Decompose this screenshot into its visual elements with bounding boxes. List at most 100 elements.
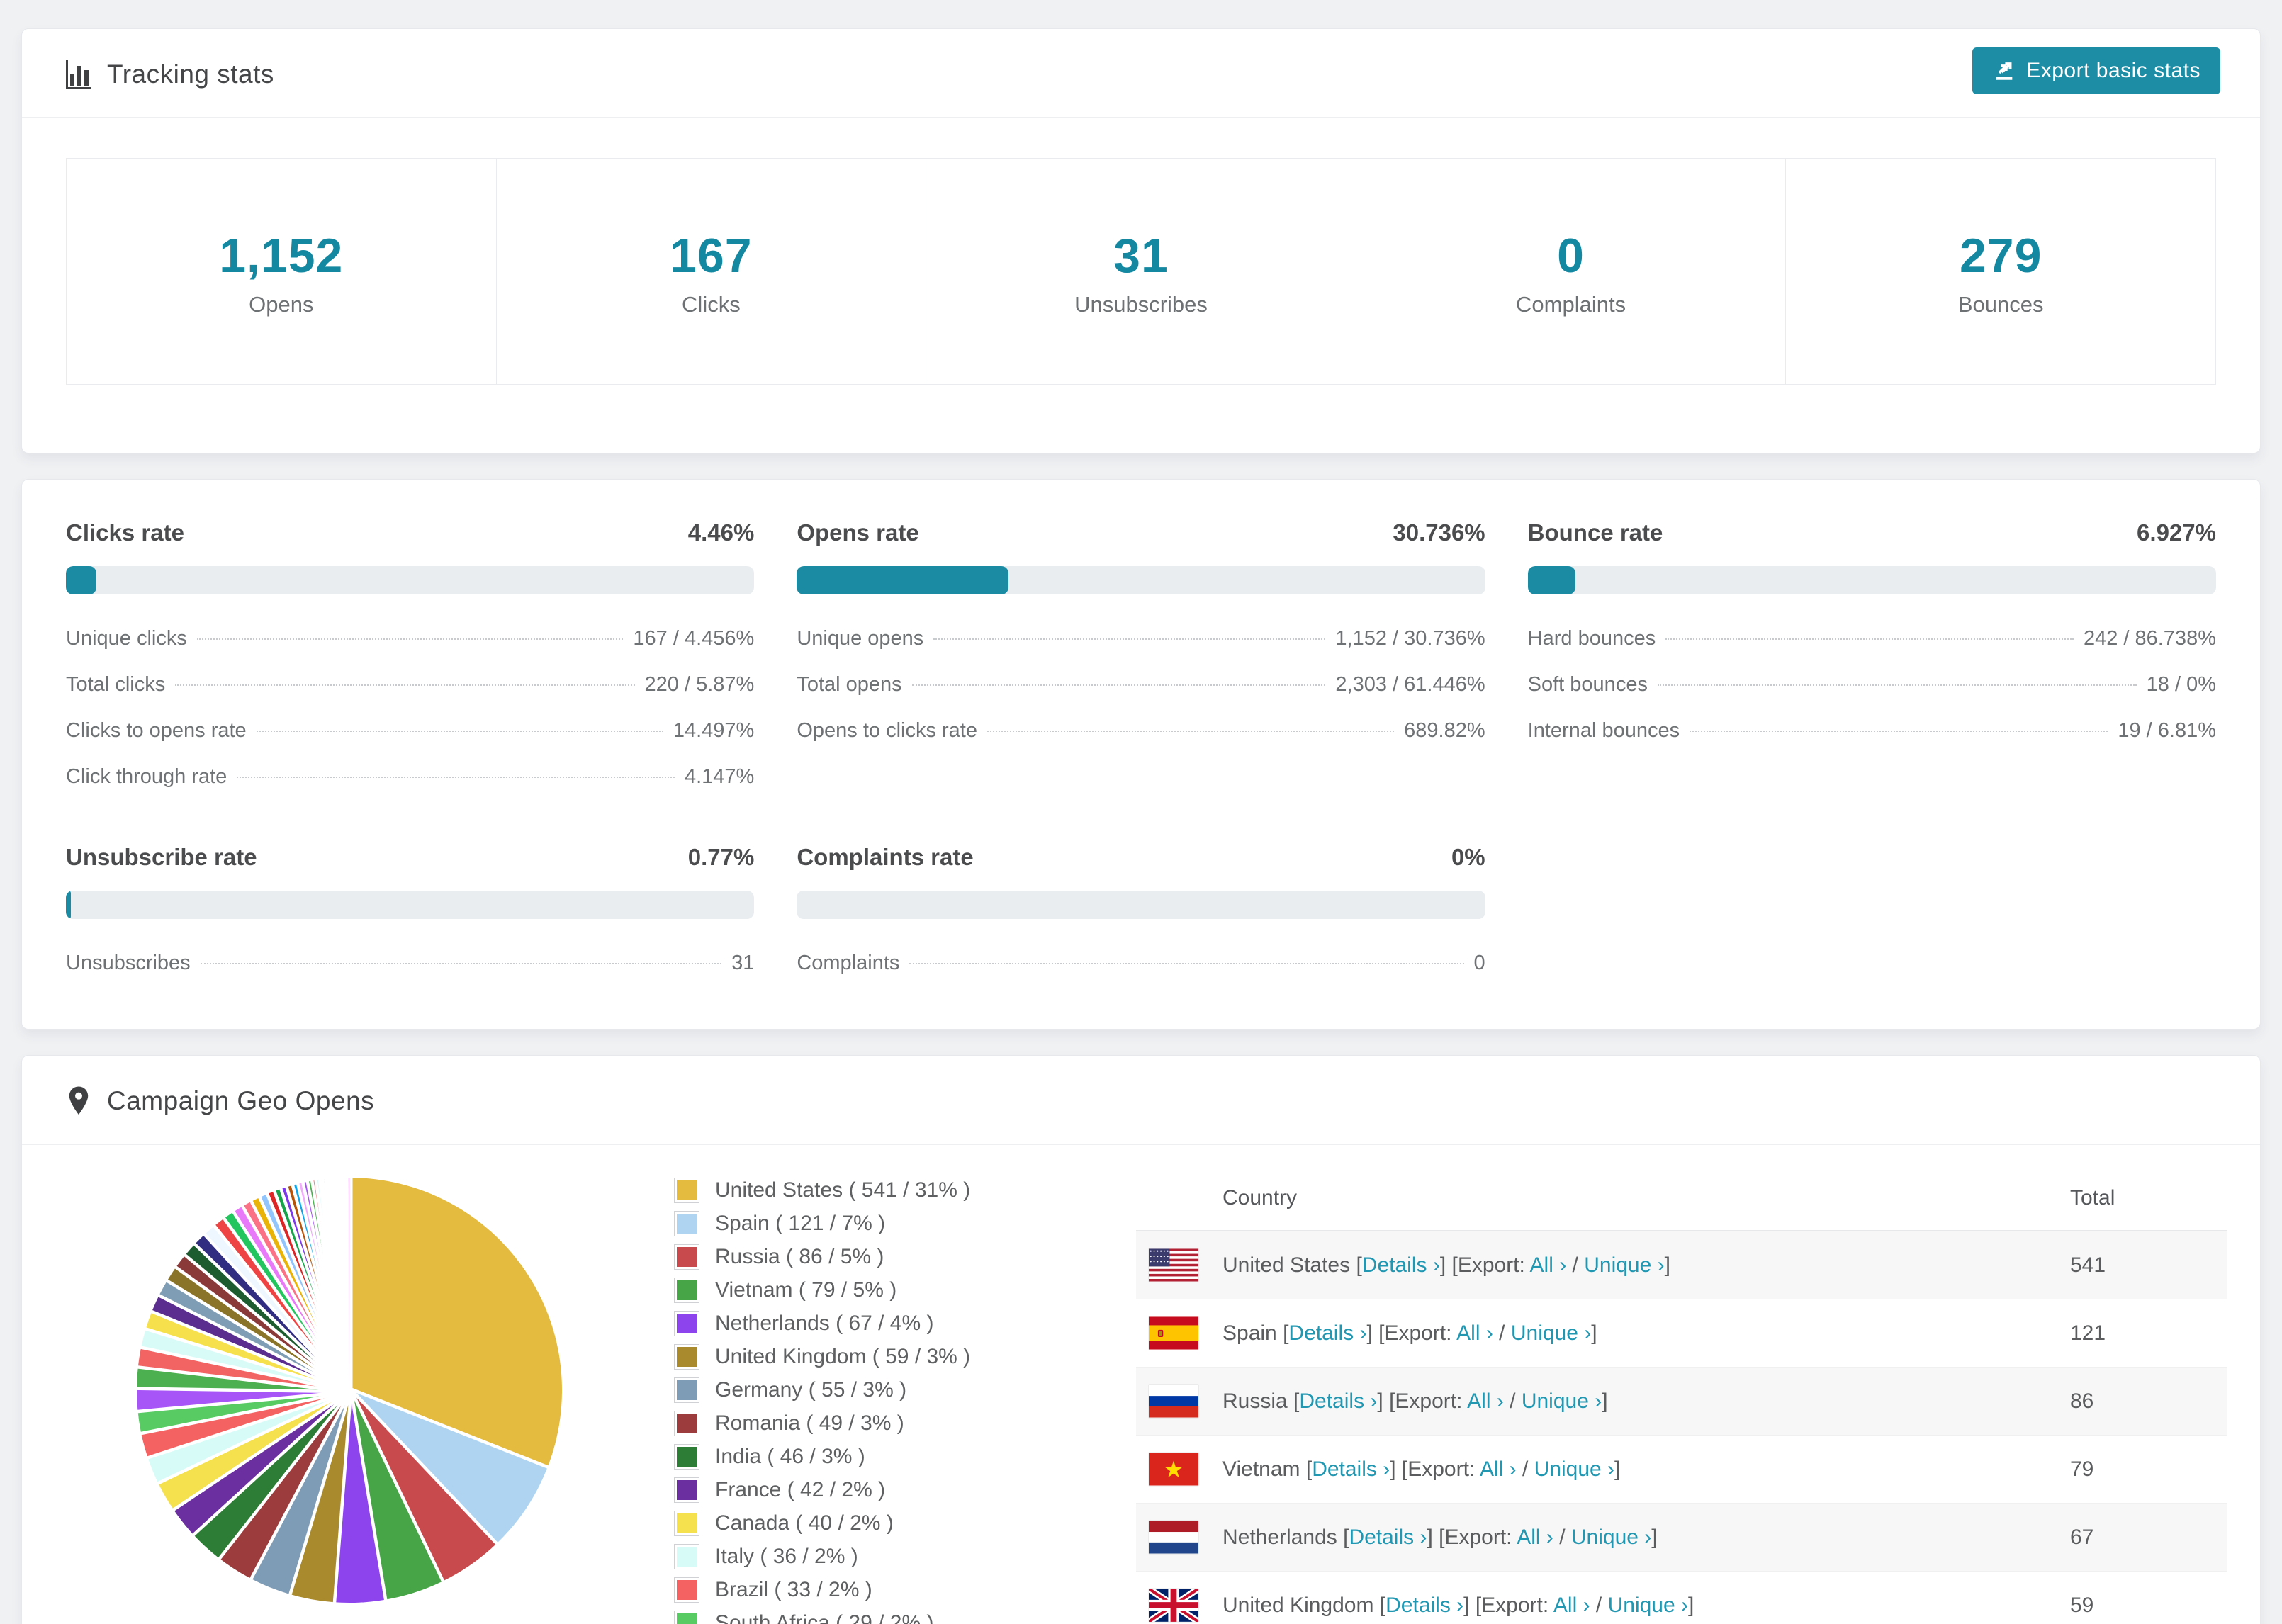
row-value: 0 bbox=[1473, 952, 1485, 974]
legend-swatch bbox=[674, 1178, 699, 1203]
unsubscribe-rate-bar-fill bbox=[66, 891, 72, 919]
bounce-rate-title: Bounce rate bbox=[1527, 519, 1663, 546]
country-cell: Vietnam [Details ›] [Export: All › / Uni… bbox=[1222, 1457, 1621, 1481]
legend-label: Vietnam ( 79 / 5% ) bbox=[715, 1278, 897, 1302]
unsubscribes-label: Unsubscribes bbox=[1074, 292, 1208, 317]
details-link[interactable]: Details › bbox=[1299, 1389, 1377, 1413]
opens-rate-bar bbox=[797, 566, 1485, 594]
export-all-link[interactable]: All › bbox=[1553, 1594, 1590, 1617]
legend-label: Spain ( 121 / 7% ) bbox=[715, 1212, 886, 1235]
row-value: 242 / 86.738% bbox=[2083, 627, 2216, 650]
country-cell: Russia [Details ›] [Export: All › / Uniq… bbox=[1222, 1389, 1608, 1413]
details-link[interactable]: Details › bbox=[1362, 1253, 1440, 1277]
legend-swatch bbox=[674, 1544, 699, 1569]
row-value: 689.82% bbox=[1404, 719, 1485, 742]
export-unique-link[interactable]: Unique › bbox=[1522, 1389, 1602, 1413]
flag-united-states-icon bbox=[1149, 1248, 1198, 1282]
legend-item: Spain ( 121 / 7% ) bbox=[674, 1211, 1136, 1236]
row-value: 14.497% bbox=[673, 719, 755, 742]
unsubscribes-count: 31 bbox=[1113, 229, 1169, 283]
map-pin-icon bbox=[69, 1086, 89, 1115]
export-all-link[interactable]: All › bbox=[1530, 1253, 1567, 1277]
row-value: 220 / 5.87% bbox=[644, 673, 755, 696]
clicks-count: 167 bbox=[670, 229, 753, 283]
bounce-rate-bar-fill bbox=[1527, 566, 1575, 594]
legend-label: Romania ( 49 / 3% ) bbox=[715, 1411, 904, 1435]
details-link[interactable]: Details › bbox=[1349, 1526, 1427, 1549]
clicks-rate-value: 4.46% bbox=[687, 519, 755, 546]
bar-chart-icon bbox=[66, 60, 91, 89]
country-cell: United Kingdom [Details ›] [Export: All … bbox=[1222, 1593, 1694, 1617]
legend-swatch bbox=[674, 1611, 699, 1624]
country-cell: United States [Details ›] [Export: All ›… bbox=[1222, 1253, 1670, 1277]
legend-swatch bbox=[674, 1244, 699, 1270]
export-unique-link[interactable]: Unique › bbox=[1534, 1457, 1614, 1481]
table-row: Spain [Details ›] [Export: All › / Uniqu… bbox=[1136, 1299, 2227, 1368]
row-value: 31 bbox=[731, 952, 755, 974]
export-all-link[interactable]: All › bbox=[1456, 1321, 1493, 1345]
export-unique-link[interactable]: Unique › bbox=[1571, 1526, 1651, 1549]
legend-swatch bbox=[674, 1377, 699, 1403]
country-cell: Netherlands [Details ›] [Export: All › /… bbox=[1222, 1525, 1658, 1549]
bounces-count: 279 bbox=[1959, 229, 2042, 283]
legend-label: United Kingdom ( 59 / 3% ) bbox=[715, 1345, 971, 1368]
legend-label: South Africa ( 29 / 2% ) bbox=[715, 1611, 934, 1624]
clicks-rate-block: Clicks rate 4.46% Unique clicks 167 / 4.4… bbox=[66, 519, 755, 789]
clicks-rate-bar bbox=[66, 566, 755, 594]
legend-item: Italy ( 36 / 2% ) bbox=[674, 1544, 1136, 1569]
legend-swatch bbox=[674, 1411, 699, 1436]
stat-box-bounces: 279 Bounces bbox=[1786, 158, 2216, 385]
complaints-rate-title: Complaints rate bbox=[797, 844, 974, 870]
bounces-label: Bounces bbox=[1957, 292, 2044, 317]
legend-swatch bbox=[674, 1511, 699, 1536]
details-link[interactable]: Details › bbox=[1386, 1594, 1463, 1617]
complaints-rate-value: 0% bbox=[1451, 844, 1485, 870]
details-link[interactable]: Details › bbox=[1312, 1457, 1390, 1481]
legend-item: Romania ( 49 / 3% ) bbox=[674, 1411, 1136, 1436]
legend-label: Germany ( 55 / 3% ) bbox=[715, 1378, 907, 1402]
table-row: United Kingdom [Details ›] [Export: All … bbox=[1136, 1572, 2227, 1624]
row-value: 2,303 / 61.446% bbox=[1335, 673, 1485, 696]
opens-label: Opens bbox=[249, 292, 314, 317]
export-basic-stats-button[interactable]: Export basic stats bbox=[1972, 47, 2220, 94]
total-cell: 59 bbox=[2070, 1593, 2094, 1617]
geo-table-body: United States [Details ›] [Export: All ›… bbox=[1136, 1231, 2227, 1624]
legend-swatch bbox=[674, 1311, 699, 1336]
stat-box-opens: 1,152 Opens bbox=[66, 158, 497, 385]
export-unique-link[interactable]: Unique › bbox=[1608, 1594, 1688, 1617]
bounce-rate-block: Bounce rate 6.927% Hard bounces 242 / 86.… bbox=[1527, 519, 2216, 789]
row-label: Click through rate bbox=[66, 765, 227, 788]
export-all-link[interactable]: All › bbox=[1480, 1457, 1517, 1481]
total-cell: 86 bbox=[2070, 1389, 2094, 1413]
stats-row: 1,152 Opens 167 Clicks 31 Unsubscribes 0… bbox=[66, 158, 2216, 385]
clicks-rate-bar-fill bbox=[66, 566, 97, 594]
row-value: 19 / 6.81% bbox=[2118, 719, 2216, 742]
legend-item: Russia ( 86 / 5% ) bbox=[674, 1244, 1136, 1270]
row-value: 18 / 0% bbox=[2146, 673, 2216, 696]
export-unique-link[interactable]: Unique › bbox=[1511, 1321, 1591, 1345]
legend-item: South Africa ( 29 / 2% ) bbox=[674, 1611, 1136, 1624]
pie-legend: United States ( 541 / 31% ) Spain ( 121 … bbox=[633, 1166, 1136, 1624]
table-row: Vietnam [Details ›] [Export: All › / Uni… bbox=[1136, 1436, 2227, 1504]
legend-item: France ( 42 / 2% ) bbox=[674, 1477, 1136, 1503]
row-label: Complaints bbox=[797, 952, 900, 974]
legend-label: United States ( 541 / 31% ) bbox=[715, 1178, 971, 1202]
details-link[interactable]: Details › bbox=[1288, 1321, 1366, 1345]
flag-spain-icon bbox=[1149, 1316, 1198, 1350]
legend-label: Italy ( 36 / 2% ) bbox=[715, 1545, 858, 1568]
row-value: 4.147% bbox=[684, 765, 755, 788]
export-all-link[interactable]: All › bbox=[1467, 1389, 1504, 1413]
legend-item: Netherlands ( 67 / 4% ) bbox=[674, 1311, 1136, 1336]
geo-opens-header: Campaign Geo Opens bbox=[22, 1056, 2260, 1145]
pie-chart-svg bbox=[133, 1174, 566, 1606]
table-row: United States [Details ›] [Export: All ›… bbox=[1136, 1231, 2227, 1299]
flag-russia-icon bbox=[1149, 1385, 1198, 1418]
table-row: Netherlands [Details ›] [Export: All › /… bbox=[1136, 1504, 2227, 1572]
geo-table: Country Total United States [Details ›] … bbox=[1136, 1166, 2227, 1624]
tracking-stats-header: Tracking stats Export basic stats bbox=[22, 29, 2260, 118]
legend-item: United Kingdom ( 59 / 3% ) bbox=[674, 1344, 1136, 1370]
unsubscribe-rate-title: Unsubscribe rate bbox=[66, 844, 257, 870]
export-unique-link[interactable]: Unique › bbox=[1584, 1253, 1664, 1277]
export-all-link[interactable]: All › bbox=[1517, 1526, 1553, 1549]
column-total: Total bbox=[2070, 1186, 2115, 1209]
